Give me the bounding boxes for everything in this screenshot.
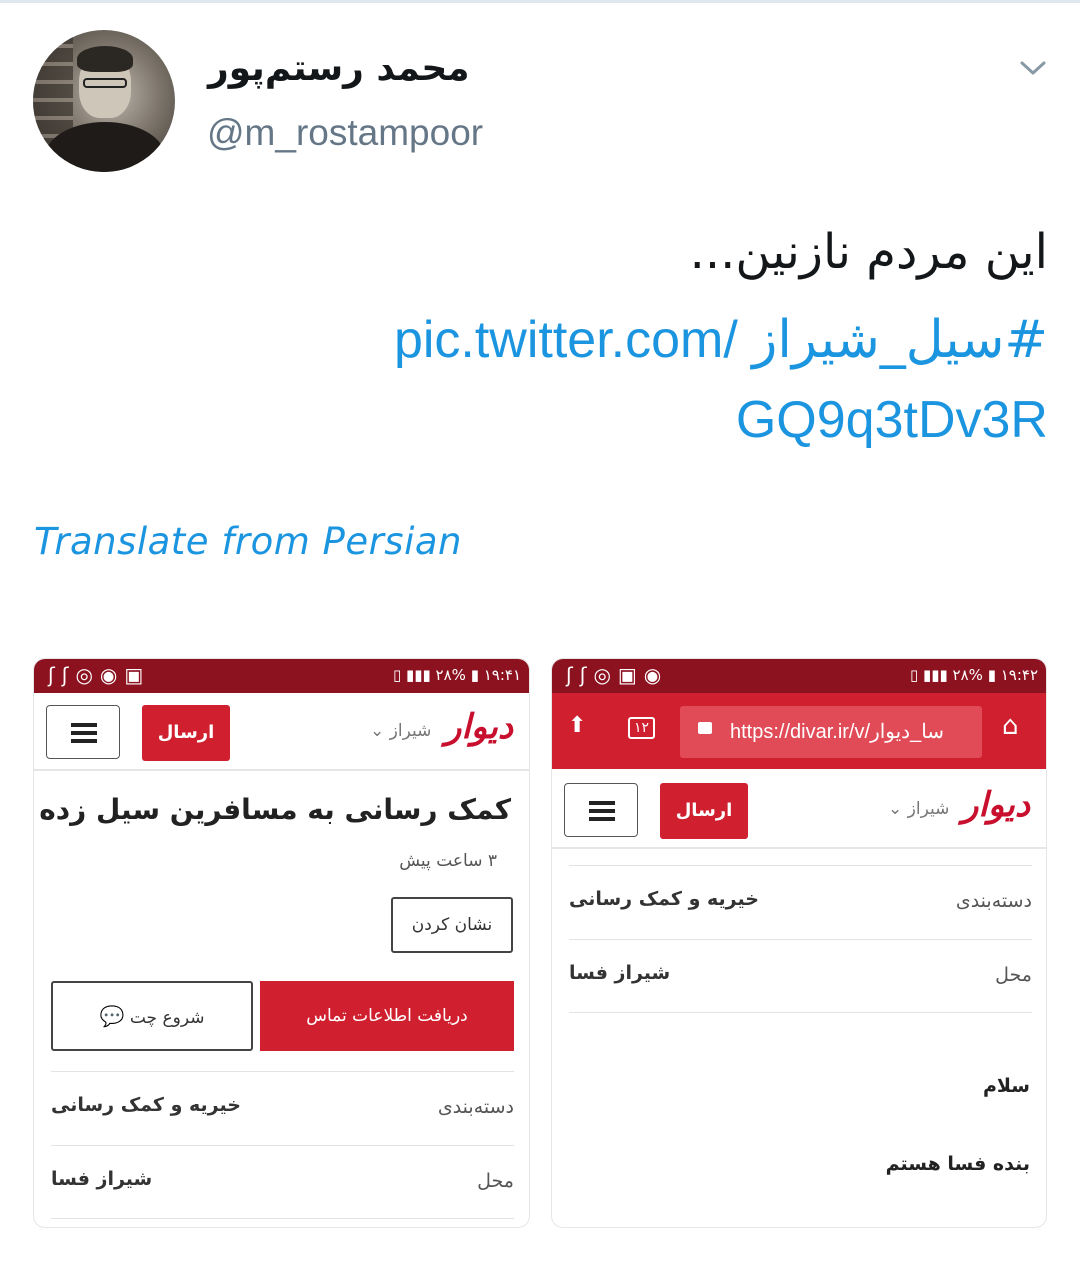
ad-title: کمک رسانی به مسافرین سیل زده [39, 793, 511, 826]
tweet-link-tail[interactable]: GQ9q3tDv3R [288, 380, 1048, 460]
description-line: سلام [982, 1075, 1030, 1097]
chat-icon: 💬 [99, 1004, 125, 1028]
notification-icons: ʃʃ◎▣◉ [566, 663, 669, 687]
avatar-glasses [83, 78, 127, 88]
contact-info-button[interactable]: دریافت اطلاعات تماس [260, 981, 514, 1051]
browser-url-bar: ⬆ ۱۲ https://divar.ir/v/سا_دیوار ⌂ [552, 693, 1046, 769]
tweet-text: این مردم نازنین... [689, 224, 1048, 280]
menu-button[interactable] [46, 705, 120, 759]
upload-icon[interactable]: ⬆ [568, 713, 586, 738]
attached-image-left[interactable]: ʃʃ◎◉▣ ▯ ▮▮▮ ۲۸% ▮ ۱۹:۴۱ ارسال شیراز ⌄ دی… [33, 658, 530, 1228]
tweet-link[interactable]: pic.twitter.com/ [394, 311, 738, 369]
ad-time: ۳ ساعت پیش [399, 851, 497, 871]
tab-count[interactable]: ۱۲ [628, 717, 656, 739]
divar-logo[interactable]: دیوار [962, 785, 1030, 825]
display-name[interactable]: محمد رستم‌پور [208, 48, 478, 89]
city-selector[interactable]: شیراز ⌄ [370, 721, 431, 741]
hashtag-link[interactable]: #سیل_شیراز [752, 310, 1048, 370]
home-icon[interactable]: ⌂ [1002, 711, 1019, 741]
avatar-hair [77, 46, 133, 72]
site-header: ارسال شیراز ⌄ دیوار [552, 771, 1046, 849]
user-handle[interactable]: @m_rostampoor [207, 112, 483, 154]
send-button[interactable]: ارسال [142, 705, 230, 761]
lock-icon [698, 722, 712, 734]
description-line: بنده فسا هستم [885, 1153, 1030, 1175]
attached-image-right[interactable]: ʃʃ◎▣◉ ▯ ▮▮▮ ۲۸% ▮ ۱۹:۴۲ ⬆ ۱۲ https://div… [551, 658, 1047, 1228]
notification-icons: ʃʃ◎◉▣ [48, 663, 151, 687]
bookmark-button[interactable]: نشان کردن [391, 897, 513, 953]
avatar[interactable] [33, 30, 175, 172]
location-row: محل شیراز فسا [569, 939, 1032, 1013]
city-selector[interactable]: شیراز ⌄ [888, 799, 949, 819]
status-info: ▯ ▮▮▮ ۲۸% ▮ ۱۹:۴۲ [909, 666, 1038, 684]
chevron-down-icon[interactable] [1018, 56, 1048, 80]
status-bar: ʃʃ◎▣◉ ▯ ▮▮▮ ۲۸% ▮ ۱۹:۴۲ [552, 659, 1046, 693]
status-info: ▯ ▮▮▮ ۲۸% ▮ ۱۹:۴۱ [392, 666, 521, 684]
start-chat-button[interactable]: شروع چت 💬 [51, 981, 253, 1051]
location-row: محل شیراز فسا [51, 1145, 514, 1219]
category-row: دسته‌بندی خیریه و کمک رسانی [569, 865, 1032, 939]
divar-logo[interactable]: دیوار [445, 707, 513, 747]
menu-button[interactable] [564, 783, 638, 837]
site-header: ارسال شیراز ⌄ دیوار [34, 693, 529, 771]
status-bar: ʃʃ◎◉▣ ▯ ▮▮▮ ۲۸% ▮ ۱۹:۴۱ [34, 659, 529, 693]
url-field[interactable]: https://divar.ir/v/سا_دیوار [680, 706, 982, 758]
tweet-links: pic.twitter.com/ #سیل_شیراز GQ9q3tDv3R [288, 300, 1048, 460]
category-row: دسته‌بندی خیریه و کمک رسانی [51, 1071, 514, 1145]
top-divider [0, 0, 1080, 3]
send-button[interactable]: ارسال [660, 783, 748, 839]
translate-link[interactable]: Translate from Persian [34, 520, 462, 563]
